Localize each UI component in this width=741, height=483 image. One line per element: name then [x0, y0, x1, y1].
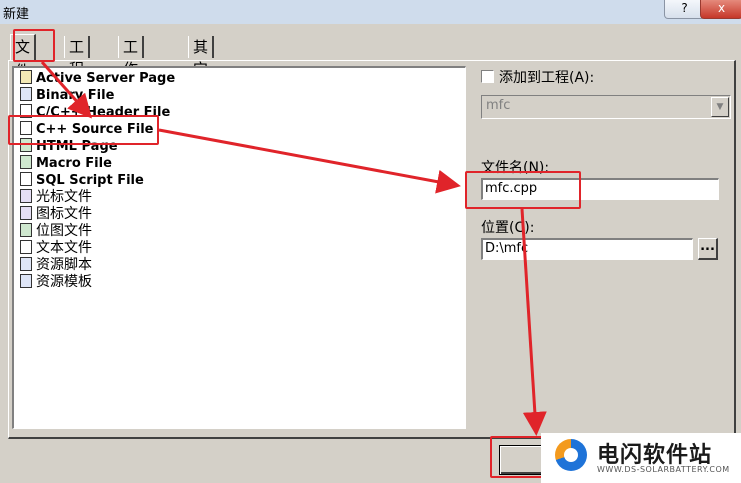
watermark-logo-icon	[555, 439, 587, 471]
watermark: 电闪软件站 WWW.DS-SOLARBATTERY.COM	[541, 433, 741, 483]
arrow-filename-to-ok	[520, 208, 547, 436]
watermark-subtitle: WWW.DS-SOLARBATTERY.COM	[597, 465, 730, 474]
annotation-arrows	[40, 61, 547, 436]
arrow-item-to-filename	[158, 128, 461, 194]
arrow-tab-to-item	[40, 61, 92, 119]
